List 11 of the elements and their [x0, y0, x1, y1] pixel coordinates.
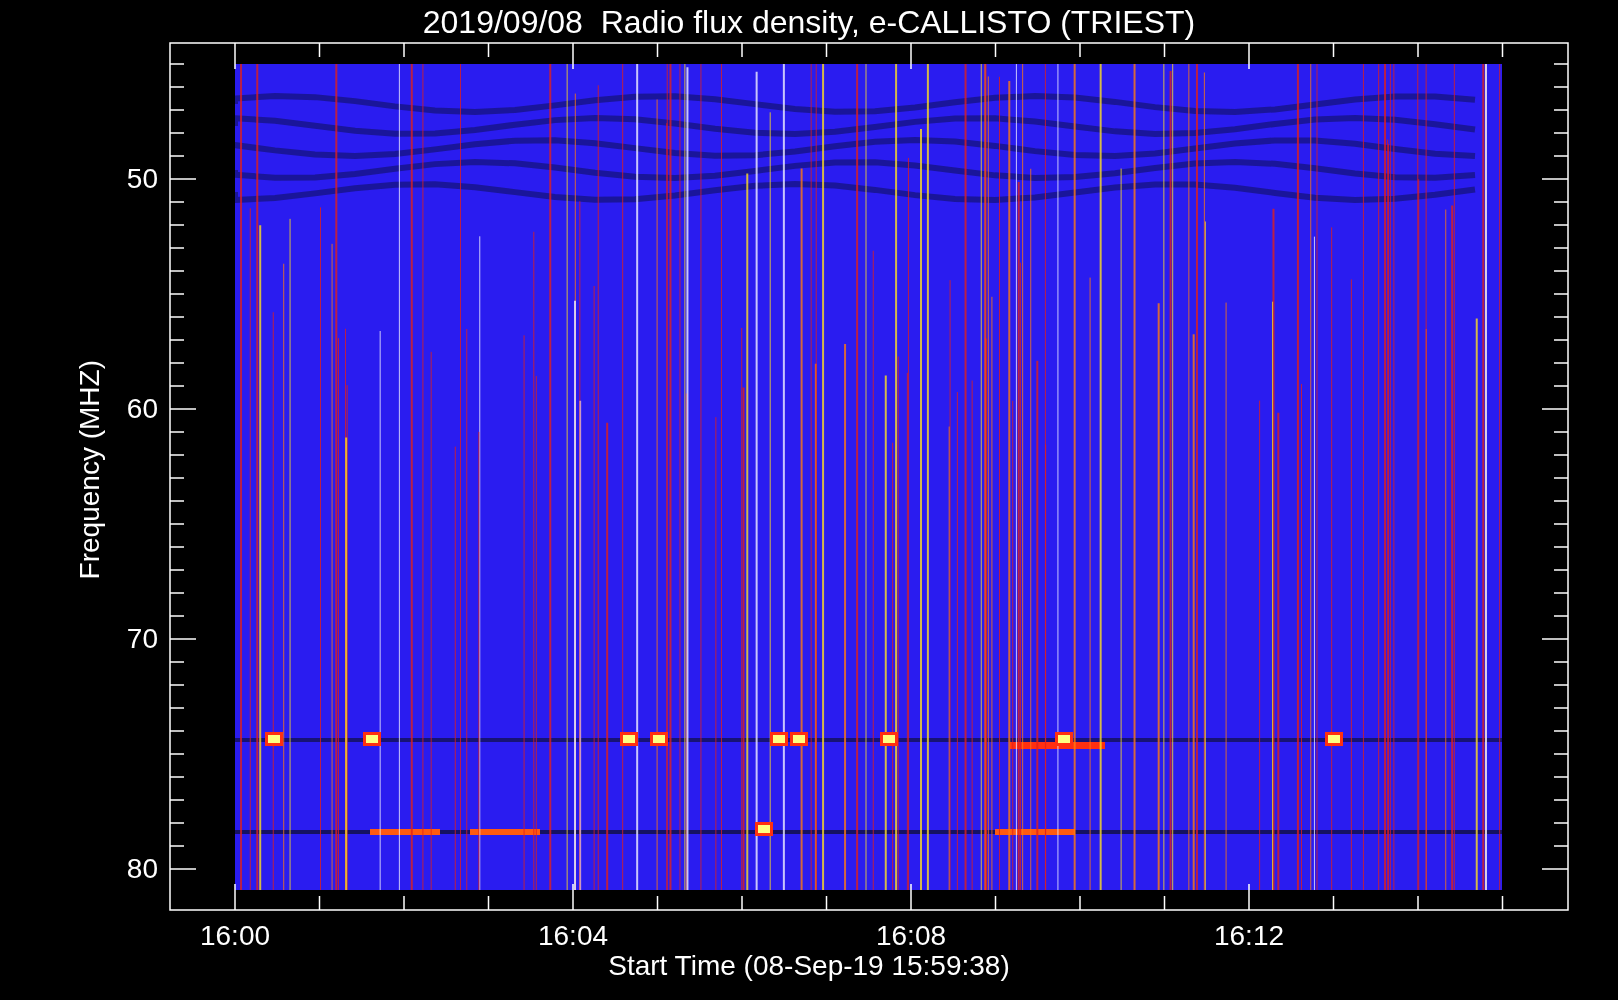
y-axis-label: Frequency (MHZ): [74, 360, 106, 580]
x-tick-label: 16:08: [874, 920, 948, 952]
y-tick-label: 60: [125, 393, 158, 425]
y-tick-label: 80: [125, 853, 158, 885]
chart-title: 2019/09/08 Radio flux density, e-CALLISTO (TRIEST): [421, 3, 1197, 42]
x-tick-label: 16:04: [536, 920, 610, 952]
x-tick-label: 16:00: [198, 920, 272, 952]
y-tick-label: 70: [125, 623, 158, 655]
y-tick-label: 50: [125, 163, 158, 195]
x-axis-label: Start Time (08-Sep-19 15:59:38): [607, 950, 1011, 982]
x-tick-label: 16:12: [1212, 920, 1286, 952]
